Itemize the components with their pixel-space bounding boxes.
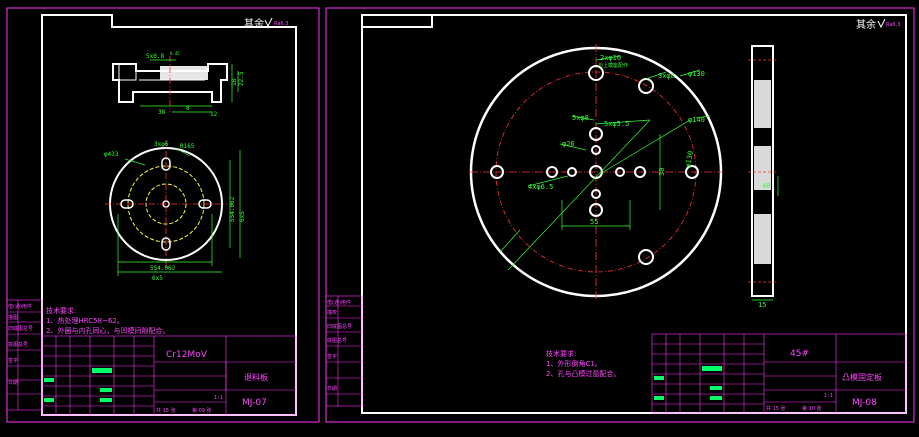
right-dim-top-hole: 2xφ10 xyxy=(600,54,621,62)
right-sheet-total: 共 15 张 xyxy=(766,405,786,412)
canvas-background xyxy=(0,0,919,437)
left-material: Cr12MoV xyxy=(166,350,208,360)
left-dim-thickness-b: 22.5 xyxy=(238,71,245,86)
left-dim-inner: 38 xyxy=(158,109,166,116)
left-dim-radius: R165 xyxy=(180,143,195,150)
right-sheet-index: 第 10 张 xyxy=(802,405,822,412)
left-side-label-1: 借(通)用件 xyxy=(8,303,32,310)
right-side-label-6: 日期 xyxy=(327,386,337,392)
left-roughness-value: Ra6.3 xyxy=(274,21,288,27)
left-dim-hole-top: 3xφ6 xyxy=(154,141,169,148)
right-dim-right-hole: 3xφ8 xyxy=(658,72,675,80)
right-roughness-label: 其余 xyxy=(856,18,876,31)
right-tech-req-title: 技术要求: xyxy=(546,349,576,358)
right-dim-left-holes: 4xφ6.5 xyxy=(528,183,553,191)
left-sheet-total: 共 15 张 xyxy=(156,407,176,414)
left-dim-v: 554.062 xyxy=(229,196,236,222)
right-dim-mid-note: 5xφ5.5 xyxy=(604,120,629,128)
right-side-label-1: 借(通)用件 xyxy=(327,299,351,306)
left-side-label-4: 底图总号 xyxy=(8,341,28,348)
right-dim-dia-140: φ140 xyxy=(688,116,705,124)
left-scale: 1:1 xyxy=(214,395,223,401)
right-dim-mid-holes: 5xφ8 xyxy=(572,114,589,122)
right-tech-req-line-2: 2、孔与凸模过盈配合。 xyxy=(546,369,620,378)
right-scale: 1:1 xyxy=(824,393,833,399)
right-side-label-3: 旧底图总号 xyxy=(327,323,352,330)
right-dim-bottom: 55 xyxy=(590,218,598,226)
right-material: 45# xyxy=(790,349,809,359)
left-dim-h: 554.062 xyxy=(150,265,176,272)
left-dim-tolerance: 0.45 xyxy=(170,51,180,56)
left-roughness-label: 其余 xyxy=(244,17,264,30)
left-dim-h-outer: 6x5 xyxy=(152,275,163,282)
right-dim-thickness: 15 xyxy=(758,301,766,309)
right-drawing-no: MJ-08 xyxy=(852,398,877,408)
left-dim-outer-dia: φ433 xyxy=(104,151,119,158)
right-dim-depth: 40 xyxy=(762,182,770,190)
right-side-label-5: 签字 xyxy=(327,353,337,360)
right-side-label-4: 底图总号 xyxy=(327,337,347,344)
right-tech-req-line-1: 1、外形倒角C1。 xyxy=(546,359,602,368)
left-dim-depth: 8 xyxy=(186,105,190,112)
left-dim-v-outer: 6x5 xyxy=(239,211,246,222)
right-dim-dia-130: φ130 xyxy=(688,70,705,78)
right-roughness-value: Ra6.3 xyxy=(886,22,900,28)
right-dim-small-dia: φ26 xyxy=(562,140,575,148)
left-part-name: 退料板 xyxy=(244,372,268,382)
left-tech-req-title: 技术要求: xyxy=(46,306,76,315)
left-side-label-5: 签字 xyxy=(8,357,18,364)
left-tech-req-line-1: 1、热处理HRC58~62。 xyxy=(46,316,124,325)
right-side-label-2: 描校 xyxy=(327,309,337,316)
right-dim-vertical: 30 xyxy=(658,168,666,176)
right-dim-top-note: 与上模座配作 xyxy=(598,62,628,69)
left-dim-top-width: 5x0.8 xyxy=(146,53,164,60)
left-dim-thickness-a: 18 xyxy=(231,78,238,86)
left-dim-left-dia: 12 xyxy=(210,111,218,118)
left-side-label-2: 描图 xyxy=(8,314,18,321)
left-drawing-no: MJ-07 xyxy=(242,398,267,408)
left-side-label-6: 日期 xyxy=(8,380,18,386)
left-side-label-3: 旧底图总号 xyxy=(8,325,33,332)
left-tech-req-line-2: 2、外圈与内孔同心，与凹模间隙配合。 xyxy=(46,326,169,335)
left-sheet-index: 第 09 张 xyxy=(192,407,212,414)
cad-drawing: 其余 Ra6.3 5x0.8 0.45 18 22.5 38 8 12 φ433… xyxy=(0,0,919,437)
right-part-name: 凸模固定板 xyxy=(842,372,882,382)
